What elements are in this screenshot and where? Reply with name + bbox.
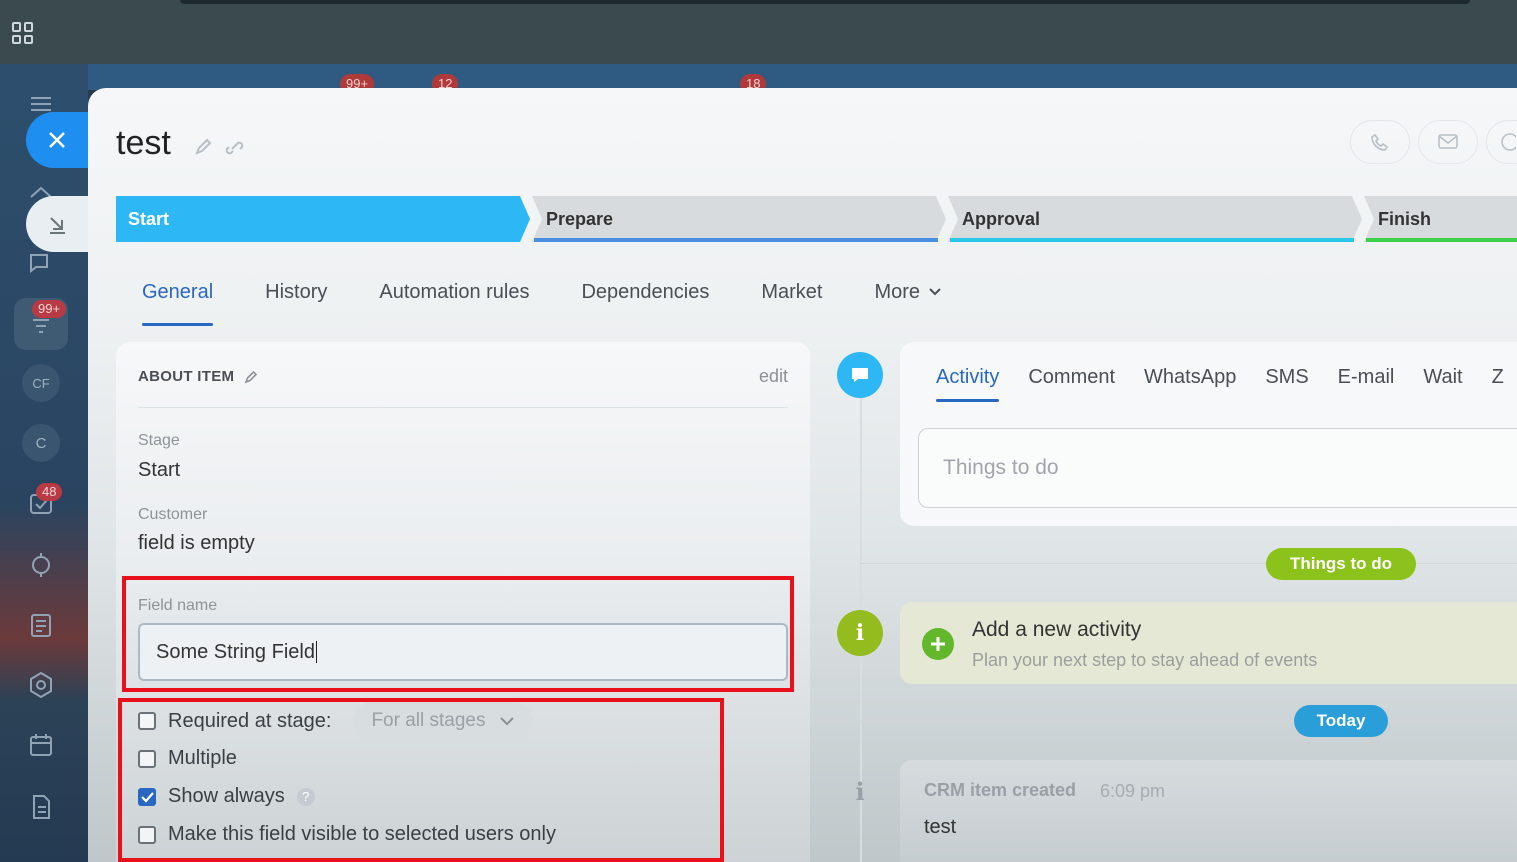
customer-field-label: Customer (138, 506, 208, 523)
add-activity-card[interactable]: Add a new activity Plan your next step t… (900, 602, 1517, 684)
tab-more[interactable]: More (874, 272, 942, 312)
multiple-label: Multiple (168, 747, 237, 769)
today-pill: Today (1294, 705, 1388, 737)
show-always-label: Show always (168, 785, 285, 807)
todo-placeholder: Things to do (943, 456, 1059, 479)
visible-selected-label: Make this field visible to selected user… (168, 823, 556, 845)
chat-bubble-icon (837, 352, 883, 398)
about-item-title: ABOUT ITEM (138, 368, 235, 385)
required-checkbox[interactable] (138, 712, 156, 730)
phone-icon (1371, 133, 1389, 151)
mail-icon (1438, 134, 1458, 149)
stage-select-value: For all stages (371, 710, 486, 731)
cf-avatar[interactable]: CF (22, 364, 60, 402)
call-button[interactable] (1350, 120, 1410, 164)
stage-bar-shapes (116, 196, 1517, 242)
edit-pencil-icon[interactable] (244, 370, 258, 384)
c-avatar[interactable]: C (22, 424, 60, 462)
minimize-arrow-icon (50, 217, 65, 234)
top-strip (180, 0, 1470, 4)
info-icon: i (855, 776, 865, 806)
tab-overflow[interactable]: Z (1492, 366, 1504, 389)
file-icon[interactable] (24, 790, 58, 824)
tab-automation-rules[interactable]: Automation rules (379, 272, 529, 312)
link-icon[interactable] (224, 138, 244, 156)
tab-activity[interactable]: Activity (936, 366, 1000, 402)
required-at-stage-row: Required at stage: For all stages (138, 702, 534, 740)
required-label: Required at stage: (168, 709, 332, 732)
close-icon (49, 132, 65, 148)
things-to-do-input[interactable]: Things to do (918, 428, 1517, 508)
tab-wait[interactable]: Wait (1423, 366, 1462, 389)
field-name-input[interactable]: Some String Field (138, 623, 788, 681)
checkmark-icon (141, 791, 154, 803)
about-item-heading: ABOUT ITEM (138, 368, 258, 385)
apps-grid-icon[interactable] (12, 22, 34, 44)
divider (138, 407, 788, 408)
close-button[interactable] (26, 112, 88, 168)
email-button[interactable] (1418, 120, 1478, 164)
detail-tabs: General History Automation rules Depende… (142, 272, 942, 326)
stage-finish[interactable]: Finish (1366, 196, 1431, 242)
chevron-down-icon (500, 717, 515, 726)
add-activity-title: Add a new activity (972, 618, 1142, 641)
timeline-divider (860, 563, 1517, 564)
activity-tabs: Activity Comment WhatsApp SMS E-mail Wai… (936, 366, 1504, 402)
tab-history[interactable]: History (265, 272, 327, 312)
show-always-row: Show always ? (138, 785, 315, 808)
plus-icon (922, 628, 954, 660)
text-caret (315, 641, 317, 663)
crm-entry-title: CRM item created (924, 780, 1077, 800)
stage-field-value: Start (138, 459, 181, 481)
chat-button[interactable] (1486, 120, 1517, 164)
things-to-do-pill: Things to do (1266, 548, 1416, 580)
visible-selected-users-row: Make this field visible to selected user… (138, 823, 556, 846)
tab-general[interactable]: General (142, 272, 214, 326)
tab-dependencies[interactable]: Dependencies (581, 272, 709, 312)
edit-pencil-icon[interactable] (194, 138, 212, 156)
tab-more-label: More (874, 280, 921, 303)
crm-created-entry: CRM item created 6:09 pm test (900, 760, 1517, 862)
calendar-icon[interactable] (24, 728, 58, 762)
timeline-divider (860, 721, 1517, 722)
stage-bar: Start Prepare Approval Finish (116, 196, 1517, 242)
about-edit-link[interactable]: edit (759, 366, 788, 387)
add-activity-subtitle: Plan your next step to stay ahead of eve… (972, 650, 1318, 670)
tab-comment[interactable]: Comment (1028, 366, 1115, 389)
stage-field-label: Stage (138, 432, 180, 449)
field-name-label: Field name (138, 597, 218, 614)
multiple-checkbox[interactable] (138, 749, 156, 768)
field-name-value: Some String Field (156, 640, 315, 663)
tasks-badge: 48 (36, 483, 63, 501)
tab-market[interactable]: Market (761, 272, 822, 312)
item-title: test (116, 124, 171, 162)
minimize-button[interactable] (26, 196, 88, 252)
tab-whatsapp[interactable]: WhatsApp (1144, 366, 1236, 389)
crm-entry-time: 6:09 pm (1100, 781, 1166, 801)
chevron-down-icon (929, 288, 941, 296)
chat-bubble-icon (1501, 133, 1516, 151)
item-slider-panel: test Start Prepare Approval Finish Gener… (88, 88, 1517, 862)
activity-editor: Activity Comment WhatsApp SMS E-mail Wai… (900, 342, 1517, 526)
sync-icon[interactable] (24, 548, 58, 582)
stage-approval[interactable]: Approval (950, 196, 1040, 242)
background-header (88, 64, 1517, 90)
visible-selected-checkbox[interactable] (138, 825, 156, 844)
crm-entry-text: test (924, 816, 957, 838)
stage-start[interactable]: Start (116, 196, 169, 242)
multiple-row: Multiple (138, 747, 237, 770)
stage-start-shape[interactable] (116, 196, 530, 242)
settings-hex-icon[interactable] (24, 668, 58, 702)
stage-prepare[interactable]: Prepare (534, 196, 613, 242)
help-icon[interactable]: ? (296, 787, 315, 806)
show-always-checkbox[interactable] (138, 787, 156, 806)
document-list-icon[interactable] (24, 608, 58, 642)
customer-field-value: field is empty (138, 532, 255, 554)
tab-sms[interactable]: SMS (1265, 366, 1308, 389)
tab-email[interactable]: E-mail (1338, 366, 1395, 389)
feed-badge: 99+ (32, 300, 67, 318)
info-icon: i (837, 610, 883, 656)
stage-select[interactable]: For all stages (353, 702, 534, 740)
top-bar (0, 0, 1517, 64)
